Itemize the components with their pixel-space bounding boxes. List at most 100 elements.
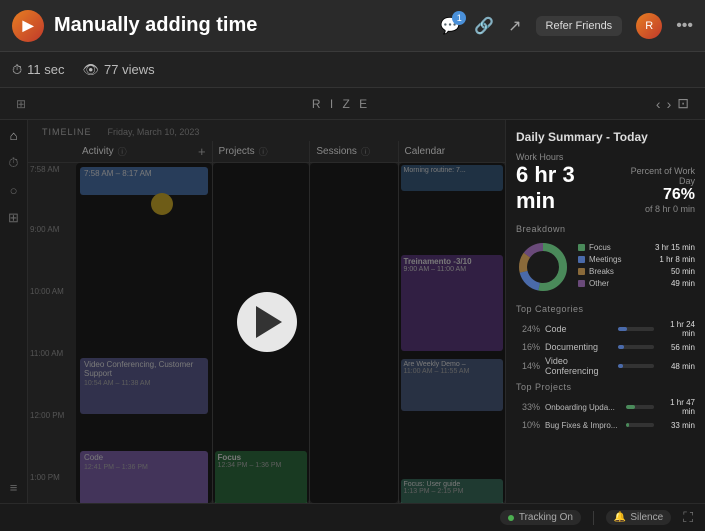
timer-value: 11 sec xyxy=(27,62,64,77)
activity-label: Activity xyxy=(82,146,114,157)
calendar-label: Calendar xyxy=(405,146,446,157)
legend-breaks-dot xyxy=(578,268,585,275)
breakdown-legend: Focus 3 hr 15 min Meetings 1 hr 8 min Br… xyxy=(578,243,695,291)
projects-label: Projects xyxy=(219,146,255,157)
percent-sub: of 8 hr 0 min xyxy=(616,204,695,214)
percent-value: 76% xyxy=(616,186,695,204)
bottom-bar: Tracking On 🔔 Silence ⛶ xyxy=(0,503,705,531)
bottom-expand-icon[interactable]: ⛶ xyxy=(683,509,693,526)
avatar: ▶ xyxy=(12,10,44,42)
calendar-overlay xyxy=(399,163,506,503)
activity-body: 7:58 AM – 8:17 AM Video Conferencing, Cu… xyxy=(76,163,212,503)
calendar-body: Morning routine: 7... Treinamento -3/10 … xyxy=(399,163,506,503)
donut-chart xyxy=(516,240,570,294)
percent-group: Percent of Work Day 76% of 8 hr 0 min xyxy=(616,166,695,214)
cat-code-bar xyxy=(618,327,654,331)
sidebar-icon-grid[interactable]: ⊞ xyxy=(8,210,19,226)
work-hours-row: Work Hours 6 hr 3 min Percent of Work Da… xyxy=(516,152,695,214)
link-button[interactable]: 🔗 xyxy=(474,16,494,36)
time-tick-12: 12:00 PM xyxy=(30,411,64,420)
silence-button[interactable]: 🔔 Silence xyxy=(606,510,671,525)
sessions-body: Focus 1:46 PM Meeting 2:19 PM Focus 3:10… xyxy=(310,163,397,503)
breakdown-row: Focus 3 hr 15 min Meetings 1 hr 8 min Br… xyxy=(516,240,695,294)
activity-add-button[interactable]: + xyxy=(198,144,206,159)
work-hours-value: 6 hr 3 min xyxy=(516,162,616,214)
sessions-column: Sessions ⓘ Focus 1:46 PM Meeting 2:19 PM… xyxy=(310,141,398,503)
legend-other-dot xyxy=(578,280,585,287)
nav-expand-button[interactable]: ⊡ xyxy=(677,95,689,112)
projects-info-icon: ⓘ xyxy=(259,145,268,158)
page-title: Manually adding time xyxy=(54,14,257,37)
tracking-label: Tracking On xyxy=(519,512,573,523)
timer-item: ⏱ 11 sec xyxy=(12,62,64,78)
timeline-date: Friday, March 10, 2023 xyxy=(108,127,200,137)
silence-icon: 🔔 xyxy=(614,512,626,523)
percent-label: Percent of Work Day xyxy=(616,166,695,186)
nav-next-button[interactable]: › xyxy=(667,96,672,112)
projects-label: Top Projects xyxy=(516,382,695,392)
proj-onboarding-bar xyxy=(626,405,654,409)
header-bar: ⊞ R I Z E ‹ › ⊡ xyxy=(0,88,705,120)
share-button[interactable]: ↗ xyxy=(508,16,521,36)
silence-label: Silence xyxy=(630,512,663,523)
play-button[interactable] xyxy=(237,292,297,352)
time-tick-11: 11:00 AM xyxy=(30,349,63,358)
expand-icon[interactable]: ⊞ xyxy=(16,97,26,111)
timeline-label: TIMELINE xyxy=(34,123,100,141)
user-avatar-button[interactable]: R xyxy=(636,13,662,39)
panel-title: Daily Summary - Today xyxy=(516,130,695,144)
top-bar: ▶ Manually adding time 💬 1 🔗 ↗ Refer Fri… xyxy=(0,0,705,52)
top-bar-left: ▶ Manually adding time xyxy=(12,10,257,42)
activity-info-icon: ⓘ xyxy=(118,145,127,158)
legend-other: Other 49 min xyxy=(578,279,695,288)
views-item: 👁 77 views xyxy=(82,62,154,78)
timeline-header: TIMELINE Friday, March 10, 2023 xyxy=(28,120,505,141)
more-options-button[interactable]: ••• xyxy=(676,17,693,35)
right-panel: Daily Summary - Today Work Hours 6 hr 3 … xyxy=(505,120,705,503)
chat-badge: 1 xyxy=(452,11,466,25)
cat-videoconf-bar xyxy=(618,364,654,368)
proj-bugfixes-bar xyxy=(626,423,654,427)
play-icon xyxy=(256,306,282,338)
tracking-status: Tracking On xyxy=(500,510,581,525)
separator xyxy=(593,511,594,525)
video-overlay xyxy=(76,163,212,503)
cat-documenting: 16% Documenting 56 min xyxy=(516,342,695,352)
chat-button[interactable]: 💬 1 xyxy=(440,16,460,36)
cat-documenting-bar xyxy=(618,345,654,349)
views-value: 77 views xyxy=(104,62,155,77)
projects-header: Projects ⓘ xyxy=(213,141,310,163)
sessions-overlay xyxy=(310,163,397,503)
legend-breaks: Breaks 50 min xyxy=(578,267,695,276)
calendar-header: Calendar xyxy=(399,141,506,163)
breakdown-label: Breakdown xyxy=(516,224,695,234)
legend-meetings-dot xyxy=(578,256,585,263)
columns-area: 7:58 AM 9:00 AM 10:00 AM 11:00 AM 12:00 … xyxy=(28,141,505,503)
tracking-dot xyxy=(508,515,514,521)
sessions-info-icon: ⓘ xyxy=(361,145,370,158)
sidebar-icon-menu[interactable]: ≡ xyxy=(10,480,18,495)
legend-focus-dot xyxy=(578,244,585,251)
nav-arrows: ‹ › ⊡ xyxy=(656,95,689,112)
refer-friends-button[interactable]: Refer Friends xyxy=(536,16,623,36)
time-axis: 7:58 AM 9:00 AM 10:00 AM 11:00 AM 12:00 … xyxy=(28,141,76,503)
proj-bugfixes: 10% Bug Fixes & Impro... 33 min xyxy=(516,420,695,430)
clock-icon: ⏱ xyxy=(12,62,22,78)
rize-logo: R I Z E xyxy=(312,97,370,111)
proj-onboarding: 33% Onboarding Upda... 1 hr 47 min xyxy=(516,398,695,416)
cat-videoconf: 14% Video Conferencing 48 min xyxy=(516,356,695,376)
legend-meetings: Meetings 1 hr 8 min xyxy=(578,255,695,264)
timeline-container: TIMELINE Friday, March 10, 2023 7:58 AM … xyxy=(28,120,505,503)
sidebar-icon-timer[interactable]: ⏱ xyxy=(8,155,18,171)
sidebar-icon-circle[interactable]: ○ xyxy=(10,183,18,198)
time-tick-9: 9:00 AM xyxy=(30,225,59,234)
work-hours-label: Work Hours xyxy=(516,152,616,162)
time-tick-1: 1:00 PM xyxy=(30,473,60,482)
sidebar-icon-home[interactable]: ⌂ xyxy=(10,128,18,143)
cat-code: 24% Code 1 hr 24 min xyxy=(516,320,695,338)
calendar-column: Calendar Morning routine: 7... Treinamen… xyxy=(399,141,506,503)
work-hours-group: Work Hours 6 hr 3 min xyxy=(516,152,616,214)
nav-prev-button[interactable]: ‹ xyxy=(656,96,661,112)
main-content: ⌂ ⏱ ○ ⊞ ≡ TIMELINE Friday, March 10, 202… xyxy=(0,120,705,503)
categories-label: Top Categories xyxy=(516,304,695,314)
